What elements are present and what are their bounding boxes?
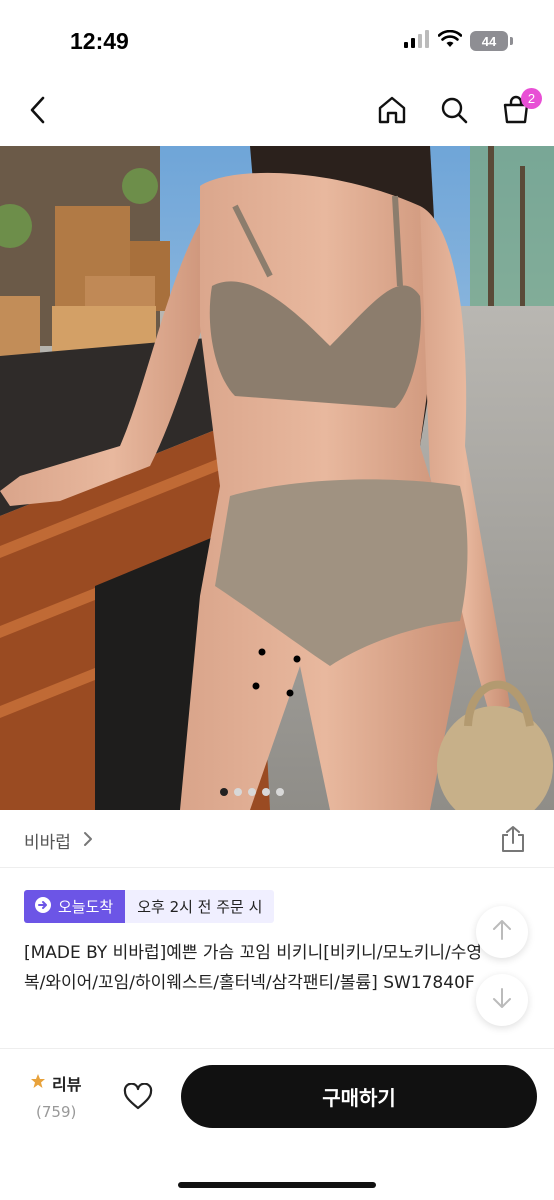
nav-actions: 2 <box>372 88 542 132</box>
back-button[interactable] <box>18 92 58 132</box>
scroll-top-button[interactable] <box>476 906 528 958</box>
review-count: (759) <box>36 1103 77 1121</box>
today-delivery-badge: 오늘도착 <box>24 890 126 923</box>
product-title: [MADE BY 비바럽]예쁜 가슴 꼬임 비키니[비키니/모노키니/수영복/와… <box>24 943 483 993</box>
nav-bar: 2 <box>0 80 554 146</box>
review-label: 리뷰 <box>52 1075 82 1094</box>
pagination-dot[interactable] <box>234 788 242 796</box>
star-icon <box>30 1073 46 1093</box>
review-summary[interactable]: 리뷰 (759) <box>30 1071 81 1121</box>
wifi-icon <box>437 29 463 52</box>
cart-button[interactable]: 2 <box>496 88 542 132</box>
gallery-pagination <box>0 788 554 796</box>
delivery-condition: 오후 2시 전 주문 시 <box>125 890 275 923</box>
chevron-right-icon <box>82 830 94 852</box>
pagination-dot[interactable] <box>248 788 256 796</box>
chevron-left-icon <box>27 95 49 129</box>
cart-count-badge: 2 <box>521 88 542 109</box>
brand-row: 비바럽 <box>0 810 554 868</box>
share-icon <box>498 826 528 858</box>
delivery-icon <box>34 896 52 918</box>
arrow-up-icon <box>491 918 513 946</box>
review-label-row: 리뷰 <box>30 1071 81 1095</box>
pagination-dot[interactable] <box>276 788 284 796</box>
buy-button[interactable]: 구매하기 <box>181 1065 537 1128</box>
brand-link[interactable]: 비바럽 <box>24 828 71 853</box>
home-icon <box>377 95 407 129</box>
pagination-dot[interactable] <box>220 788 228 796</box>
status-icons: 44 <box>404 29 513 52</box>
bottom-action-bar: 리뷰 (759) 구매하기 <box>0 1048 554 1200</box>
signal-icon <box>404 30 430 52</box>
pagination-dot[interactable] <box>262 788 270 796</box>
home-indicator <box>178 1182 376 1188</box>
search-button[interactable] <box>434 92 474 132</box>
wishlist-button[interactable] <box>118 1079 158 1119</box>
scroll-bottom-button[interactable] <box>476 974 528 1026</box>
search-icon <box>439 95 469 129</box>
today-delivery-label: 오늘도착 <box>58 898 114 916</box>
home-button[interactable] <box>372 92 412 132</box>
status-bar: 12:49 44 <box>0 0 554 80</box>
battery-icon: 44 <box>470 31 513 51</box>
heart-icon <box>123 1082 153 1115</box>
product-image-gallery[interactable] <box>0 146 554 810</box>
product-photo <box>0 146 554 810</box>
arrow-down-icon <box>491 986 513 1014</box>
delivery-badge-row: 오늘도착 오후 2시 전 주문 시 <box>24 890 275 923</box>
share-button[interactable] <box>498 824 528 854</box>
status-time: 12:49 <box>70 28 129 54</box>
